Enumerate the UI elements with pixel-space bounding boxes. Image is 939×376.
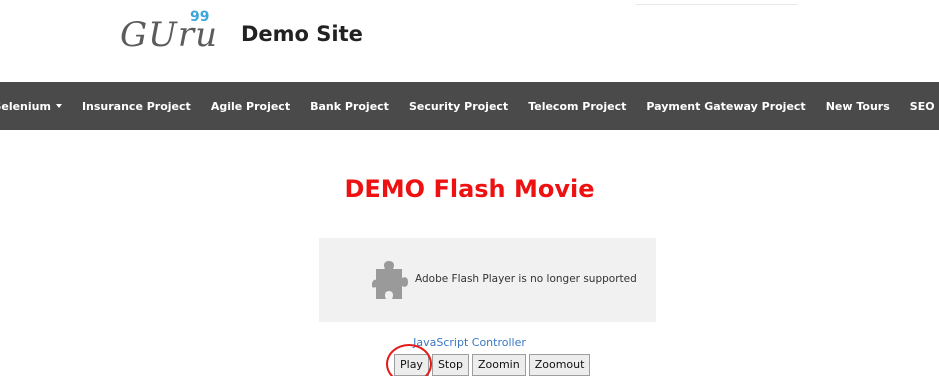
nav-item-insurance-project[interactable]: Insurance Project [72,100,201,113]
nav-item-label: Telecom Project [528,99,627,113]
site-title: Demo Site [241,22,363,46]
puzzle-piece-icon [372,261,408,299]
nav-item-seo[interactable]: SEO [900,100,939,113]
flash-player-placeholder: Adobe Flash Player is no longer supporte… [319,238,656,322]
nav-item-label: Agile Project [210,99,291,113]
page: GUru 99 Demo Site Selenium Insurance Pro… [0,0,939,376]
zoomout-button[interactable]: Zoomout [528,354,591,376]
nav-item-bank-project[interactable]: Bank Project [300,100,399,113]
page-title: DEMO Flash Movie [344,175,595,203]
controller-buttons: Play Stop Zoomin Zoomout [394,354,591,376]
nav-item-label: Selenium [0,99,51,113]
nav-item-label: Insurance Project [81,99,191,113]
logo-superscript: 99 [190,9,210,25]
javascript-controller-label: JavaScript Controller [413,336,526,349]
play-button[interactable]: Play [394,354,429,376]
nav-item-new-tours[interactable]: New Tours [816,100,900,113]
stop-button[interactable]: Stop [431,354,469,376]
zoomin-button[interactable]: Zoomin [471,354,526,376]
nav-item-security-project[interactable]: Security Project [399,100,518,113]
nav-item-label: Security Project [408,99,509,113]
nav-item-label: New Tours [825,99,890,113]
nav-item-label: Payment Gateway Project [646,99,806,113]
nav-item-label: Bank Project [310,99,389,113]
nav-item-agile-project[interactable]: Agile Project [201,100,300,113]
nav-item-telecom-project[interactable]: Telecom Project [518,100,636,113]
nav-item-label: SEO [909,99,935,113]
top-divider [636,0,798,5]
main-navbar: Selenium Insurance Project Agile Project… [0,82,939,130]
nav-list: Selenium Insurance Project Agile Project… [0,82,939,130]
caret-down-icon [55,104,62,108]
nav-item-payment-gateway-project[interactable]: Payment Gateway Project [636,100,815,113]
flash-unsupported-message: Adobe Flash Player is no longer supporte… [415,273,637,285]
nav-item-selenium[interactable]: Selenium [0,100,72,113]
site-header: GUru 99 Demo Site [0,0,939,82]
